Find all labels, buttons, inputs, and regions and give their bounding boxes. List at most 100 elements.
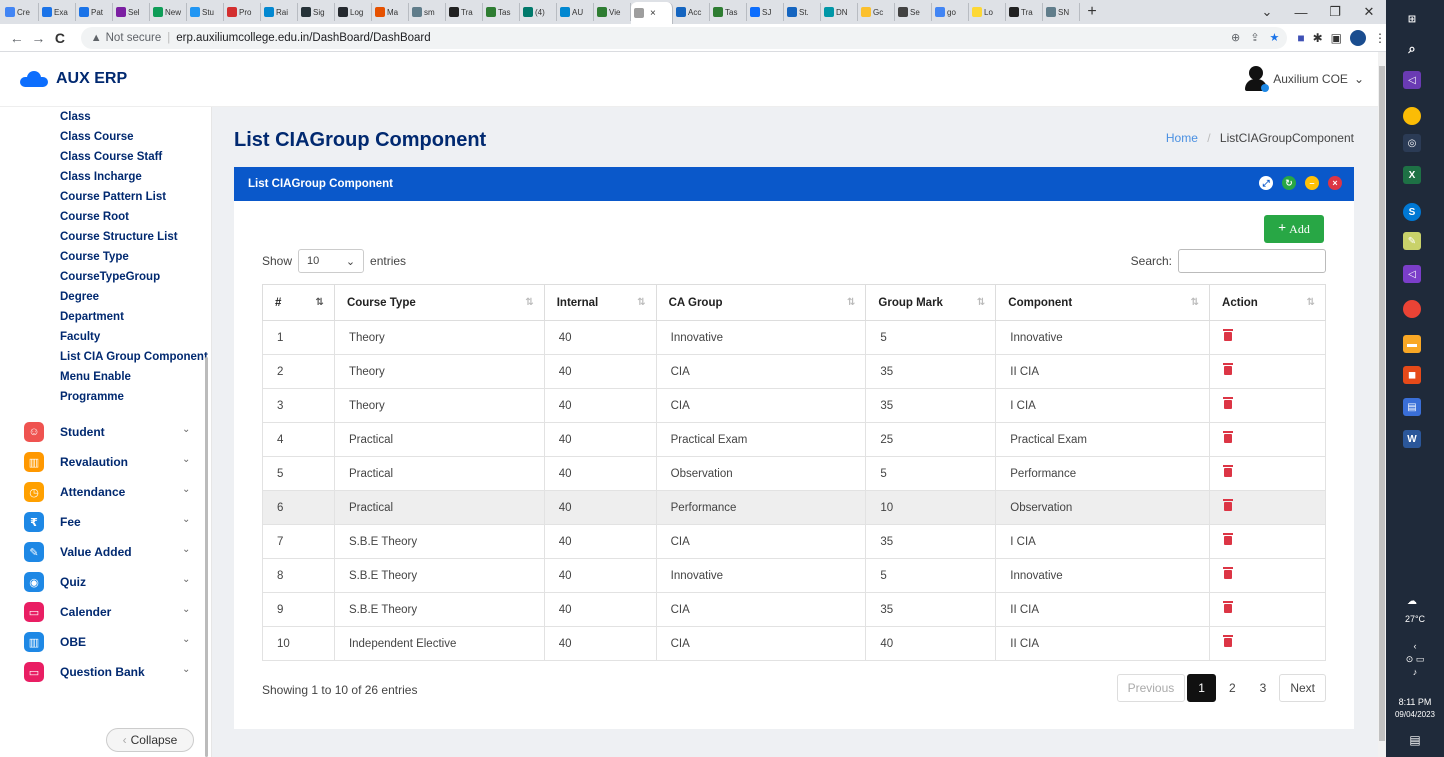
browser-tab[interactable]: Se: [895, 3, 932, 21]
close-icon[interactable]: ×: [650, 8, 656, 19]
brand-logo[interactable]: AUX ERP: [20, 70, 127, 88]
profile-avatar[interactable]: [1350, 29, 1366, 46]
browser-tab[interactable]: Pro: [224, 3, 261, 21]
breadcrumb-home[interactable]: Home: [1166, 131, 1198, 145]
search-icon[interactable]: ⌕: [1403, 40, 1421, 58]
vscode-insiders-icon[interactable]: ◎: [1403, 134, 1421, 152]
windows-start-icon[interactable]: ⊞: [1403, 10, 1421, 28]
sidebar-subitem[interactable]: Class Course: [60, 127, 211, 147]
file-explorer-icon[interactable]: ▬: [1403, 335, 1421, 353]
browser-tab[interactable]: Lo: [969, 3, 1006, 21]
sidebar-subitem[interactable]: Programme: [60, 387, 211, 407]
page-button[interactable]: 1: [1187, 674, 1216, 702]
minimize-icon[interactable]: –: [1305, 176, 1319, 190]
sidebar-subitem[interactable]: Degree: [60, 287, 211, 307]
browser-tab[interactable]: Rai: [261, 3, 298, 21]
close-icon[interactable]: ×: [1328, 176, 1342, 190]
bookmark-star-icon[interactable]: ★: [1269, 31, 1279, 44]
delete-icon[interactable]: [1223, 634, 1234, 647]
sidebar-item[interactable]: ▥ Revalaution ⌄: [0, 447, 211, 477]
system-tray-icons[interactable]: ‹ ⊙ ▭ ♪: [1386, 640, 1444, 679]
chrome-icon[interactable]: [1403, 107, 1421, 125]
add-button[interactable]: + Add: [1264, 215, 1324, 243]
sidebar-subitem[interactable]: Course Root: [60, 207, 211, 227]
browser-tab[interactable]: Stu: [187, 3, 224, 21]
column-header[interactable]: # ⇅: [262, 284, 335, 321]
excel-icon[interactable]: X: [1403, 166, 1421, 184]
previous-page-button[interactable]: Previous: [1116, 674, 1186, 702]
delete-icon[interactable]: [1223, 328, 1234, 341]
user-menu[interactable]: Auxilium COE ⌄: [1245, 66, 1364, 92]
browser-tab[interactable]: Gc: [858, 3, 895, 21]
page-button[interactable]: 3: [1248, 674, 1278, 702]
sidebar-subitem[interactable]: Course Pattern List: [60, 187, 211, 207]
page-button[interactable]: 2: [1217, 674, 1247, 702]
zoom-icon[interactable]: ⊕: [1231, 31, 1240, 44]
side-panel-icon[interactable]: ▣: [1331, 31, 1342, 45]
office-icon[interactable]: ◼: [1403, 366, 1421, 384]
chrome-active-icon[interactable]: [1403, 300, 1421, 318]
delete-icon[interactable]: [1223, 532, 1234, 545]
share-icon[interactable]: ⇪: [1250, 31, 1259, 44]
column-header[interactable]: CA Group ⇅: [655, 284, 867, 321]
address-bar[interactable]: ▲ Not secure | erp.auxiliumcollege.edu.i…: [80, 26, 1288, 49]
delete-icon[interactable]: [1223, 396, 1234, 409]
sidebar-subitem[interactable]: Class Incharge: [60, 167, 211, 187]
skype-icon[interactable]: S: [1403, 203, 1421, 221]
browser-tab[interactable]: Tra: [446, 3, 483, 21]
browser-tab[interactable]: St.: [784, 3, 821, 21]
browser-tab[interactable]: SJ: [747, 3, 784, 21]
expand-icon[interactable]: ⤢: [1259, 176, 1273, 190]
browser-menu-icon[interactable]: ⋮: [1374, 31, 1386, 45]
page-scrollbar[interactable]: [1378, 52, 1386, 757]
sidebar-subitem[interactable]: Faculty: [60, 327, 211, 347]
extensions-puzzle-icon[interactable]: ✱: [1313, 31, 1323, 45]
browser-tab[interactable]: Tra: [1006, 3, 1043, 21]
browser-tab[interactable]: Tas: [483, 3, 520, 21]
column-header[interactable]: Internal ⇅: [543, 284, 657, 321]
browser-tab[interactable]: sm: [409, 3, 446, 21]
sidebar-subitem[interactable]: Menu Enable: [60, 367, 211, 387]
extension-icon[interactable]: ■: [1297, 31, 1304, 45]
sidebar-subitem[interactable]: Course Structure List: [60, 227, 211, 247]
sidebar-subitem[interactable]: Class Course Staff: [60, 147, 211, 167]
tab-search-icon[interactable]: ⌄: [1250, 4, 1284, 20]
column-header[interactable]: Group Mark ⇅: [865, 284, 997, 321]
browser-tab[interactable]: Vie: [594, 3, 631, 21]
column-header[interactable]: Course Type ⇅: [333, 284, 545, 321]
sidebar-item[interactable]: ◉ Quiz ⌄: [0, 567, 211, 597]
notepad-icon[interactable]: ✎: [1403, 232, 1421, 250]
scrollbar-thumb[interactable]: [1379, 66, 1385, 741]
vs-icon[interactable]: ◁: [1403, 265, 1421, 283]
remote-desktop-icon[interactable]: ▤: [1403, 398, 1421, 416]
sidebar-subitem[interactable]: Class: [60, 107, 211, 127]
browser-tab[interactable]: ×: [631, 2, 673, 24]
sidebar-item[interactable]: ✎ Value Added ⌄: [0, 537, 211, 567]
browser-tab[interactable]: (4): [520, 3, 557, 21]
new-tab-button[interactable]: +: [1080, 3, 1104, 21]
next-page-button[interactable]: Next: [1279, 674, 1326, 702]
sidebar-item[interactable]: ◷ Attendance ⌄: [0, 477, 211, 507]
clock-time[interactable]: 8:11 PM: [1386, 697, 1444, 707]
clock-date[interactable]: 09/04/2023: [1386, 710, 1444, 719]
minimize-window-button[interactable]: —: [1284, 5, 1318, 20]
restore-window-button[interactable]: ❐: [1318, 4, 1352, 20]
word-icon[interactable]: W: [1403, 430, 1421, 448]
browser-tab[interactable]: Pat: [76, 3, 113, 21]
collapse-button[interactable]: ‹ Collapse: [106, 728, 194, 752]
browser-tab[interactable]: Log: [335, 3, 372, 21]
refresh-icon[interactable]: ↻: [1282, 176, 1296, 190]
browser-tab[interactable]: Ma: [372, 3, 409, 21]
url-text[interactable]: erp.auxiliumcollege.edu.in/DashBoard/Das…: [176, 32, 430, 44]
delete-icon[interactable]: [1223, 430, 1234, 443]
column-header[interactable]: Component ⇅: [995, 284, 1211, 321]
browser-tab[interactable]: SN: [1043, 3, 1080, 21]
forward-button[interactable]: →: [28, 30, 50, 46]
visual-studio-icon[interactable]: ◁: [1403, 71, 1421, 89]
browser-tab[interactable]: go: [932, 3, 969, 21]
notification-icon[interactable]: ▤: [1386, 733, 1444, 747]
delete-icon[interactable]: [1223, 498, 1234, 511]
search-input[interactable]: [1178, 249, 1326, 273]
browser-tab[interactable]: Exa: [39, 3, 76, 21]
browser-tab[interactable]: Tas: [710, 3, 747, 21]
